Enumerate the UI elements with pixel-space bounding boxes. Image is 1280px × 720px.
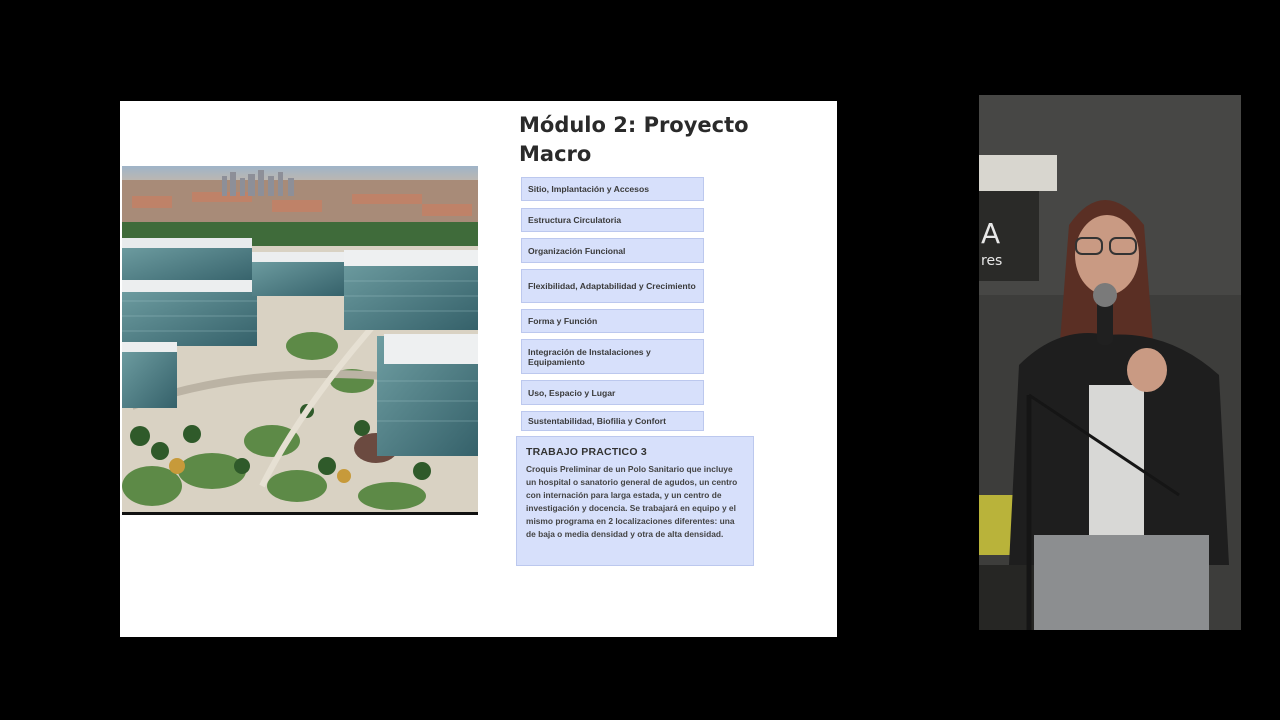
topic-item: Integración de Instalaciones y Equipamie… [521, 339, 704, 374]
speaker-video-feed: A res [979, 95, 1241, 630]
assignment-title: TRABAJO PRACTICO 3 [526, 446, 647, 458]
topic-item: Organización Funcional [521, 238, 704, 263]
slide-title: Módulo 2: Proyecto Macro [519, 113, 749, 166]
wall-sign-text: res [981, 253, 1002, 269]
assignment-card: TRABAJO PRACTICO 3 Croquis Preliminar de… [516, 436, 754, 566]
speaker-illustration: A res [979, 95, 1241, 630]
aerial-campus-illustration [122, 166, 478, 512]
presentation-slide: Módulo 2: Proyecto Macro Sitio, Implanta… [120, 101, 837, 637]
topic-item: Flexibilidad, Adaptabilidad y Crecimient… [521, 269, 704, 303]
topic-item: Estructura Circulatoria [521, 208, 704, 232]
wall-sign-letter: A [981, 217, 1000, 250]
topic-item: Uso, Espacio y Lugar [521, 380, 704, 405]
topic-item: Sitio, Implantación y Accesos [521, 177, 704, 201]
assignment-description: Croquis Preliminar de un Polo Sanitario … [526, 464, 738, 539]
slide-image-hospital-campus [122, 166, 478, 515]
topic-item: Forma y Función [521, 309, 704, 333]
topic-item: Sustentabilidad, Biofilia y Confort [521, 411, 704, 431]
